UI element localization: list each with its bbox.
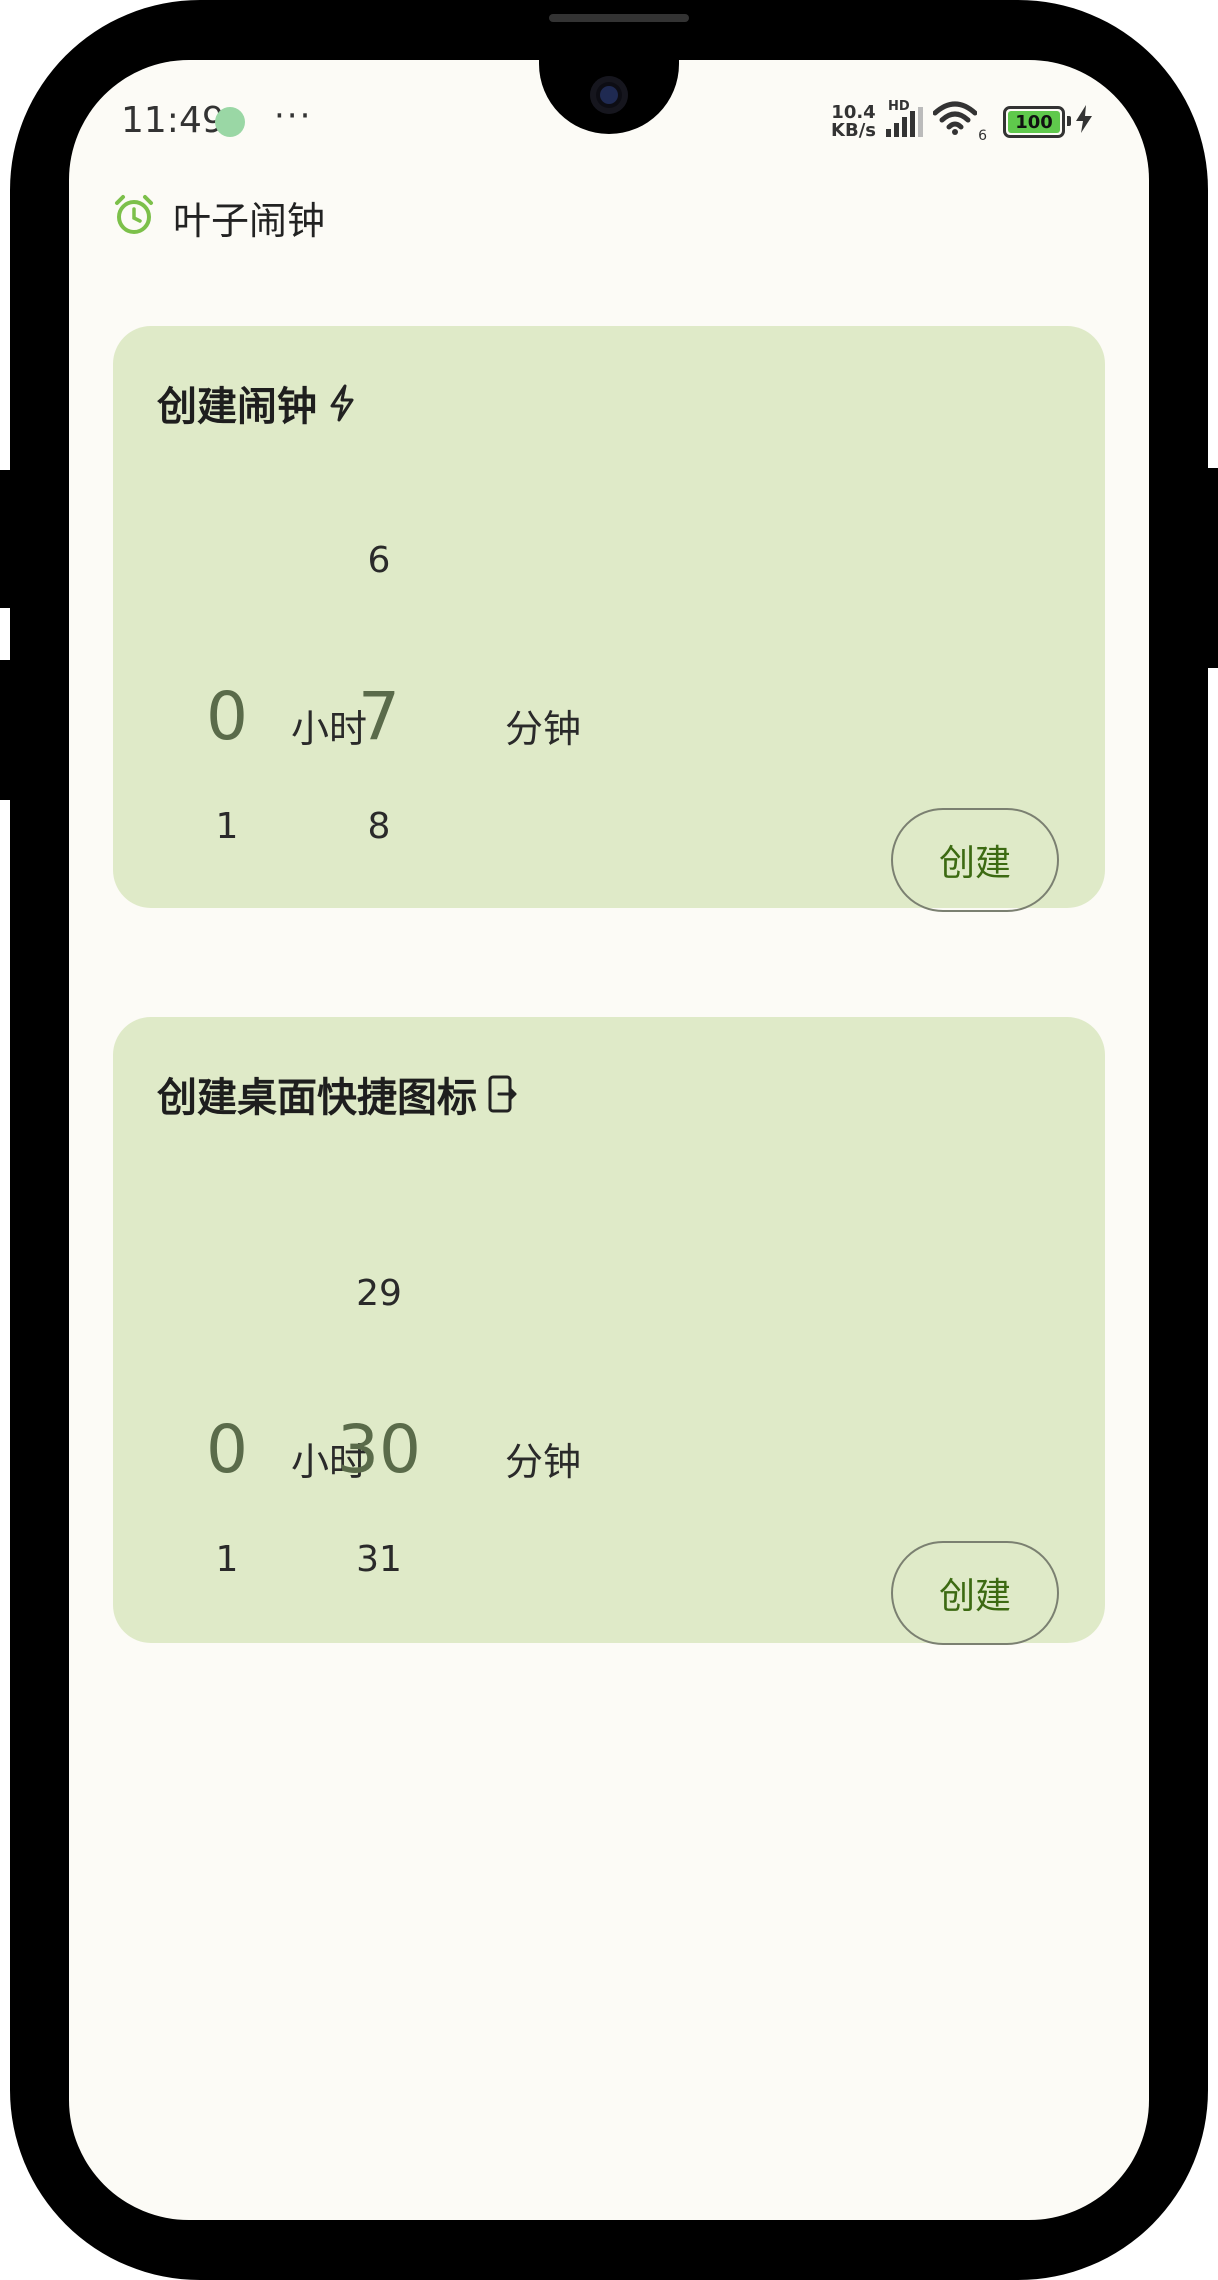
cellular-signal-icon: HD [886, 99, 923, 137]
earpiece-speaker [549, 14, 689, 22]
minute-picker-next[interactable]: 8 [319, 806, 439, 847]
wifi-icon: 6 [932, 101, 987, 144]
wifi-badge: 6 [978, 127, 987, 144]
shortcut-hour-picker-next[interactable]: 1 [167, 1539, 287, 1580]
shortcut-minute-picker-current[interactable]: 30 [319, 1411, 439, 1488]
bolt-icon [330, 384, 354, 422]
alarm-clock-icon [115, 195, 153, 234]
charging-icon [1075, 104, 1093, 140]
create-alarm-card: 创建闹钟 1 0 小时 6 7 8 分钟 创建 [113, 326, 1105, 912]
shortcut-minute-picker-next[interactable]: 31 [319, 1539, 439, 1580]
screen: 11:49 ··· 10.4 KB/s HD 6 100 叶子闹钟 创建闹钟 1… [69, 60, 1149, 2220]
battery-icon: 100 [1003, 106, 1071, 138]
status-right-cluster: 10.4 KB/s HD 6 100 [831, 99, 1093, 144]
create-shortcut-button[interactable]: 创建 [891, 1541, 1059, 1645]
create-alarm-title: 创建闹钟 [157, 374, 359, 432]
app-title: 叶子闹钟 [173, 199, 326, 243]
battery-level: 100 [1015, 111, 1053, 133]
shortcut-minute-picker-prev[interactable]: 29 [319, 1273, 439, 1314]
minute-picker-prev[interactable]: 6 [319, 540, 439, 581]
notification-app-icon [215, 107, 245, 137]
create-alarm-button[interactable]: 创建 [891, 808, 1059, 912]
network-speed: 10.4 KB/s [831, 104, 876, 140]
power-button [1204, 468, 1218, 668]
create-alarm-title-text: 创建闹钟 [157, 384, 317, 430]
hour-picker-next[interactable]: 1 [167, 806, 287, 847]
notch [539, 60, 679, 134]
status-time: 11:49 [121, 100, 225, 141]
signal-hd-label: HD [888, 99, 910, 114]
network-speed-unit: KB/s [831, 120, 876, 141]
create-shortcut-card: 创建桌面快捷图标 1 0 小时 29 30 31 分钟 创建 [113, 1017, 1105, 1645]
create-shortcut-title: 创建桌面快捷图标 [157, 1065, 519, 1123]
volume-up-button [0, 470, 14, 608]
phone-shortcut-icon [488, 1075, 517, 1113]
more-notifications-icon: ··· [274, 96, 313, 136]
hour-picker-current[interactable]: 0 [167, 678, 287, 755]
volume-down-button [0, 660, 14, 800]
minute-picker-current[interactable]: 7 [319, 678, 439, 755]
minutes-unit-label: 分钟 [505, 707, 582, 751]
shortcut-minutes-unit-label: 分钟 [505, 1440, 582, 1484]
front-camera [590, 76, 628, 114]
create-shortcut-title-text: 创建桌面快捷图标 [157, 1075, 477, 1121]
shortcut-hour-picker-current[interactable]: 0 [167, 1411, 287, 1488]
